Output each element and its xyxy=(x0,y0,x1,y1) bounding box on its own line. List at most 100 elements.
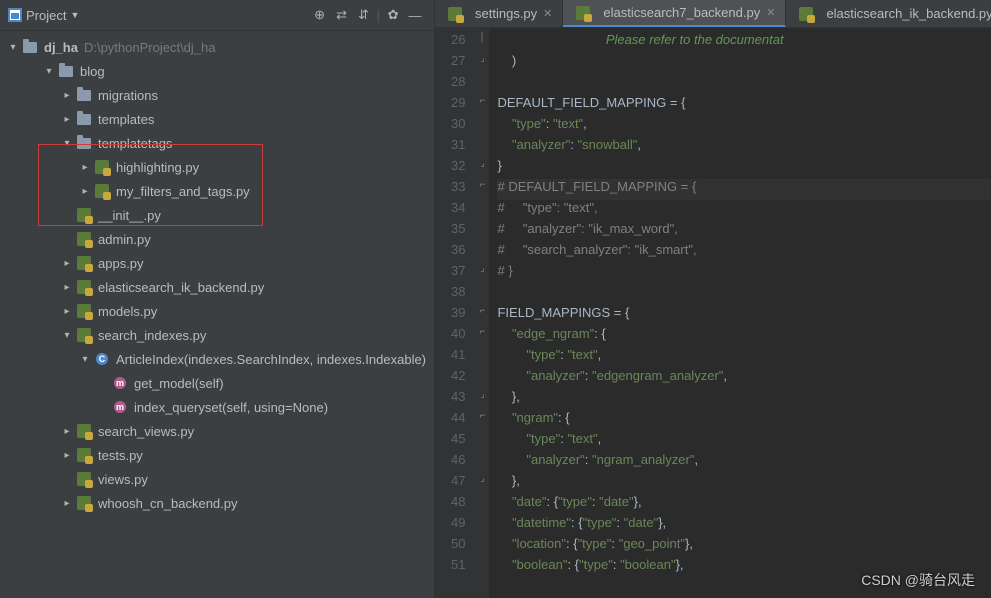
class-icon: C xyxy=(94,351,110,367)
collapse-all-icon[interactable]: ⇵ xyxy=(353,4,375,26)
tree-item-label: highlighting.py xyxy=(116,160,199,175)
tree-item[interactable]: __init__.py xyxy=(0,203,434,227)
method-icon: m xyxy=(112,375,128,391)
hide-icon[interactable]: — xyxy=(404,4,426,26)
editor-tab[interactable]: settings.py ✕ xyxy=(435,0,563,27)
sidebar-title[interactable]: Project ▼ xyxy=(26,8,79,23)
python-file-icon xyxy=(798,6,814,22)
py-icon xyxy=(76,423,92,439)
project-icon xyxy=(8,8,22,22)
watermark: CSDN @骑台风走 xyxy=(861,570,975,590)
py-icon xyxy=(76,303,92,319)
dir-icon xyxy=(58,63,74,79)
tab-label: settings.py xyxy=(475,6,537,21)
tree-item[interactable]: views.py xyxy=(0,467,434,491)
chevron-icon[interactable]: ▸ xyxy=(78,162,92,173)
tab-label: elasticsearch_ik_backend.py xyxy=(826,6,991,21)
chevron-icon[interactable]: ▸ xyxy=(60,90,74,101)
tree-item[interactable]: ▸ migrations xyxy=(0,83,434,107)
tree-root[interactable]: ▾ dj_ha D:\pythonProject\dj_ha xyxy=(0,35,434,59)
tree-item[interactable]: ▾ templatetags xyxy=(0,131,434,155)
tree-item[interactable]: ▸ apps.py xyxy=(0,251,434,275)
editor-tabs: settings.py✕elasticsearch7_backend.py✕el… xyxy=(435,0,991,28)
dir-icon xyxy=(76,135,92,151)
dir-icon xyxy=(76,111,92,127)
tree-item-label: models.py xyxy=(98,304,157,319)
py-icon xyxy=(76,255,92,271)
tree-item[interactable]: ▾ search_indexes.py xyxy=(0,323,434,347)
py-icon xyxy=(76,471,92,487)
tree-item-label: get_model(self) xyxy=(134,376,224,391)
tree-item-label: views.py xyxy=(98,472,148,487)
chevron-icon[interactable]: ▸ xyxy=(60,450,74,461)
sidebar-header: Project ▼ ⊕ ⇄ ⇵ | ✿ — xyxy=(0,0,434,31)
chevron-icon[interactable]: ▸ xyxy=(60,258,74,269)
close-icon[interactable]: ✕ xyxy=(766,6,775,19)
tree-item-label: templatetags xyxy=(98,136,172,151)
py-icon xyxy=(94,183,110,199)
project-tree[interactable]: ▾ dj_ha D:\pythonProject\dj_ha ▾ blog ▸ mig… xyxy=(0,31,434,598)
chevron-icon[interactable]: ▸ xyxy=(60,426,74,437)
tree-item[interactable]: ▸ highlighting.py xyxy=(0,155,434,179)
tree-item-label: search_views.py xyxy=(98,424,194,439)
editor-tab[interactable]: elasticsearch7_backend.py ✕ xyxy=(563,0,786,27)
tree-item[interactable]: m index_queryset(self, using=None) xyxy=(0,395,434,419)
tree-item[interactable]: m get_model(self) xyxy=(0,371,434,395)
tree-item[interactable]: admin.py xyxy=(0,227,434,251)
python-file-icon xyxy=(575,5,591,21)
method-icon: m xyxy=(112,399,128,415)
chevron-icon[interactable]: ▾ xyxy=(42,66,56,77)
tree-item-label: my_filters_and_tags.py xyxy=(116,184,250,199)
tree-item[interactable]: ▾C ArticleIndex(indexes.SearchIndex, inde… xyxy=(0,347,434,371)
tree-item-label: blog xyxy=(80,64,105,79)
tree-item-label: tests.py xyxy=(98,448,143,463)
tree-item-label: search_indexes.py xyxy=(98,328,206,343)
tree-item[interactable]: ▸ whoosh_cn_backend.py xyxy=(0,491,434,515)
chevron-icon[interactable]: ▸ xyxy=(78,186,92,197)
chevron-icon[interactable]: ▾ xyxy=(60,330,74,341)
fold-column[interactable]: │⌟⌐⌟⌐⌟⌐⌐⌟⌐⌟ xyxy=(475,28,489,598)
tree-item[interactable]: ▸ models.py xyxy=(0,299,434,323)
tree-item-label: migrations xyxy=(98,88,158,103)
python-file-icon xyxy=(447,6,463,22)
tree-item[interactable]: ▸ search_views.py xyxy=(0,419,434,443)
chevron-icon[interactable]: ▸ xyxy=(60,282,74,293)
line-gutter: 2627282930313233343536373839404142434445… xyxy=(435,28,475,598)
code-body[interactable]: Please refer to the documentat )DEFAULT_… xyxy=(489,28,991,598)
chevron-icon[interactable]: ▾ xyxy=(78,354,92,365)
py-icon xyxy=(76,327,92,343)
tree-item[interactable]: ▾ blog xyxy=(0,59,434,83)
project-sidebar: Project ▼ ⊕ ⇄ ⇵ | ✿ — ▾ dj_ha D:\pythonP… xyxy=(0,0,435,598)
tree-item[interactable]: ▸ my_filters_and_tags.py xyxy=(0,179,434,203)
chevron-icon[interactable]: ▸ xyxy=(60,306,74,317)
tree-item-label: admin.py xyxy=(98,232,151,247)
py-icon xyxy=(76,231,92,247)
expand-all-icon[interactable]: ⇄ xyxy=(331,4,353,26)
tree-item-label: ArticleIndex(indexes.SearchIndex, indexe… xyxy=(116,352,426,367)
chevron-icon[interactable]: ▾ xyxy=(60,138,74,149)
tree-item[interactable]: ▸ elasticsearch_ik_backend.py xyxy=(0,275,434,299)
tree-item-label: index_queryset(self, using=None) xyxy=(134,400,328,415)
close-icon[interactable]: ✕ xyxy=(543,7,552,20)
tree-item-label: apps.py xyxy=(98,256,144,271)
tree-item-label: templates xyxy=(98,112,154,127)
locate-icon[interactable]: ⊕ xyxy=(309,4,331,26)
chevron-icon[interactable]: ▸ xyxy=(60,498,74,509)
py-icon xyxy=(76,207,92,223)
tree-item[interactable]: ▸ tests.py xyxy=(0,443,434,467)
tab-label: elasticsearch7_backend.py xyxy=(603,5,760,20)
py-icon xyxy=(76,279,92,295)
tree-item-label: elasticsearch_ik_backend.py xyxy=(98,280,264,295)
py-icon xyxy=(94,159,110,175)
settings-icon[interactable]: ✿ xyxy=(382,4,404,26)
editor-tab[interactable]: elasticsearch_ik_backend.py✕ xyxy=(786,0,991,27)
py-icon xyxy=(76,447,92,463)
tree-item-label: __init__.py xyxy=(98,208,161,223)
py-icon xyxy=(76,495,92,511)
tree-item-label: whoosh_cn_backend.py xyxy=(98,496,238,511)
editor-pane: settings.py✕elasticsearch7_backend.py✕el… xyxy=(435,0,991,598)
code-area[interactable]: 2627282930313233343536373839404142434445… xyxy=(435,28,991,598)
tree-item[interactable]: ▸ templates xyxy=(0,107,434,131)
dir-icon xyxy=(76,87,92,103)
chevron-icon[interactable]: ▸ xyxy=(60,114,74,125)
